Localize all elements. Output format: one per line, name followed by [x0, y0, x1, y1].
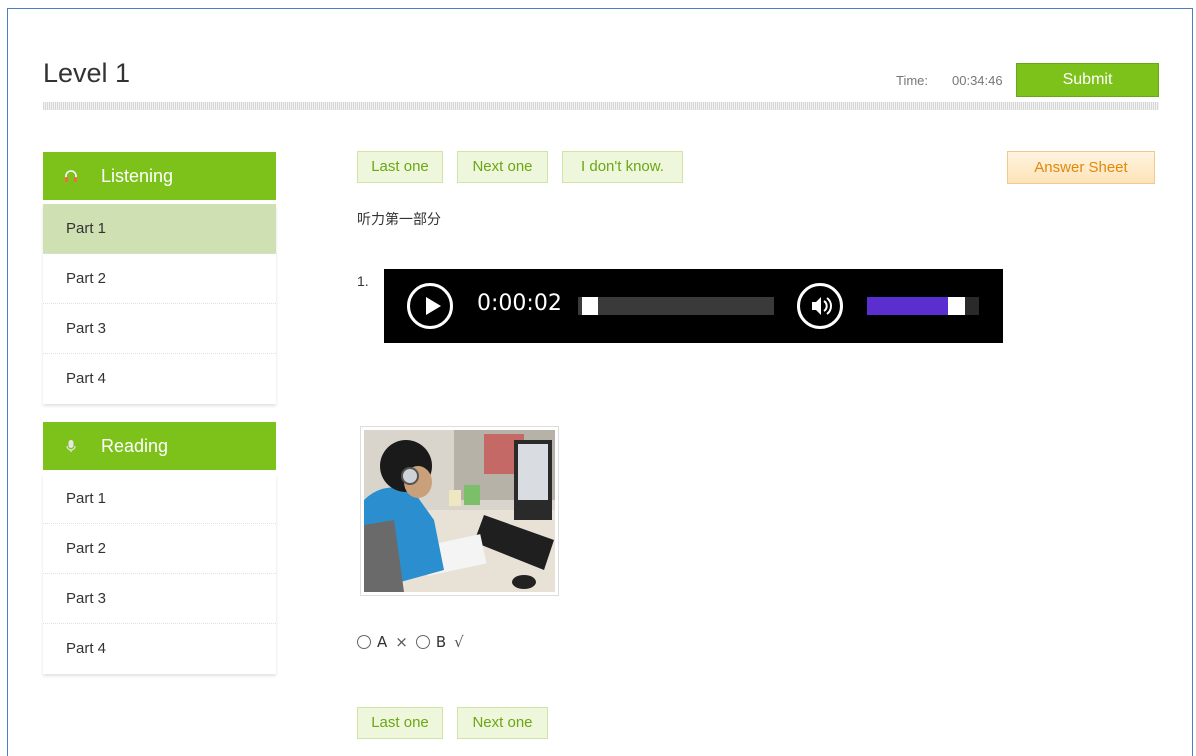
- reading-part-list: Part 1 Part 2 Part 3 Part 4: [43, 474, 276, 674]
- last-one-button-bottom[interactable]: Last one: [357, 707, 443, 739]
- seek-thumb[interactable]: [582, 297, 598, 315]
- last-one-button[interactable]: Last one: [357, 151, 443, 183]
- submit-button[interactable]: Submit: [1016, 63, 1159, 97]
- question-photo: [360, 426, 559, 596]
- option-b-radio[interactable]: [415, 635, 430, 649]
- volume-fill: [867, 297, 948, 315]
- option-a-mark: ×: [395, 633, 408, 651]
- sidebar-section-label: Reading: [101, 435, 169, 456]
- section-title: 听力第一部分: [357, 212, 441, 228]
- next-one-button[interactable]: Next one: [457, 151, 548, 183]
- sidebar-item-listening-part-4[interactable]: Part 4: [43, 354, 276, 404]
- sidebar-item-listening-part-1[interactable]: Part 1: [43, 204, 276, 254]
- sidebar-section-reading[interactable]: Reading: [43, 422, 276, 470]
- option-b-mark: √: [454, 633, 464, 651]
- play-icon[interactable]: [407, 283, 453, 329]
- headphones-icon: [63, 168, 79, 184]
- sidebar-section-label: Listening: [101, 165, 174, 186]
- sidebar-item-reading-part-1[interactable]: Part 1: [43, 474, 276, 524]
- audio-player: 0:00:02: [384, 269, 1003, 343]
- volume-slider[interactable]: [867, 297, 979, 315]
- volume-icon[interactable]: [797, 283, 843, 329]
- elapsed-time: 0:00:02: [477, 291, 562, 316]
- option-a-label: A: [377, 633, 388, 651]
- sidebar-item-reading-part-2[interactable]: Part 2: [43, 524, 276, 574]
- sidebar-section-listening[interactable]: Listening: [43, 152, 276, 200]
- page-title: Level 1: [43, 58, 131, 88]
- sidebar-item-reading-part-4[interactable]: Part 4: [43, 624, 276, 674]
- listening-part-list: Part 1 Part 2 Part 3 Part 4: [43, 204, 276, 404]
- sidebar-item-listening-part-2[interactable]: Part 2: [43, 254, 276, 304]
- dont-know-button[interactable]: I don't know.: [562, 151, 683, 183]
- seek-bar[interactable]: [578, 297, 774, 315]
- sidebar-item-listening-part-3[interactable]: Part 3: [43, 304, 276, 354]
- microphone-icon: [63, 438, 79, 454]
- header-divider: [43, 102, 1159, 110]
- answer-sheet-button[interactable]: Answer Sheet: [1007, 151, 1155, 184]
- next-one-button-bottom[interactable]: Next one: [457, 707, 548, 739]
- timer-value: 00:34:46: [952, 73, 1003, 88]
- sidebar-item-reading-part-3[interactable]: Part 3: [43, 574, 276, 624]
- volume-thumb[interactable]: [948, 297, 965, 315]
- option-a-radio[interactable]: [357, 635, 371, 649]
- answer-options: A × B √: [357, 633, 472, 651]
- option-b-label: B: [435, 633, 447, 651]
- question-number: 1.: [357, 273, 369, 289]
- time-label: Time:: [896, 73, 929, 88]
